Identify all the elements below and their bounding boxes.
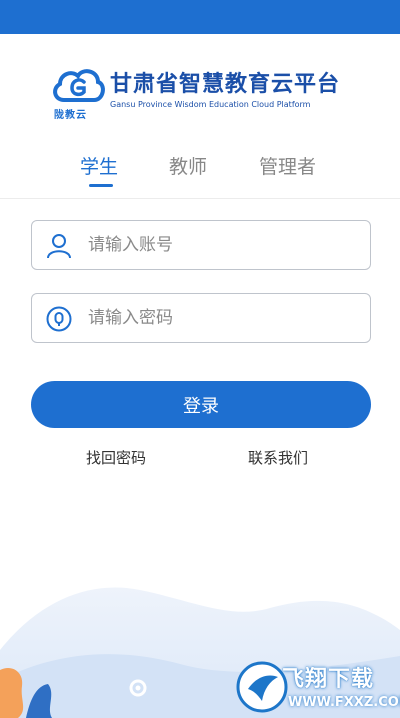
status-bar (0, 0, 400, 34)
account-field (31, 220, 371, 270)
tab-teacher[interactable]: 教师 (169, 152, 207, 179)
login-button[interactable]: 登录 (31, 381, 371, 428)
tab-admin[interactable]: 管理者 (259, 152, 316, 179)
watermark-url: WWW.FXXZ.COM (288, 695, 400, 710)
role-tabs: 学生 教师 管理者 (0, 152, 400, 192)
app-title: 甘肃省智慧教育云平台 (110, 72, 341, 97)
app-subtitle: Gansu Province Wisdom Education Cloud Pl… (110, 100, 311, 109)
watermark-title: 飞翔下载 (282, 667, 375, 692)
divider (0, 198, 400, 199)
watermark: 飞翔下载 WWW.FXXZ.COM (234, 657, 400, 718)
account-input[interactable] (88, 221, 358, 269)
user-icon (46, 233, 72, 259)
password-input[interactable] (88, 294, 358, 342)
contact-us-link[interactable]: 联系我们 (248, 447, 308, 468)
tab-student[interactable]: 学生 (80, 152, 118, 179)
app-header: 陇教云 甘肃省智慧教育云平台 Gansu Province Wisdom Edu… (50, 64, 360, 124)
forgot-password-link[interactable]: 找回密码 (86, 447, 146, 468)
tab-active-indicator (89, 184, 113, 187)
password-field (31, 293, 371, 343)
lock-icon (46, 306, 72, 332)
logo-text: 陇教云 (54, 110, 87, 121)
